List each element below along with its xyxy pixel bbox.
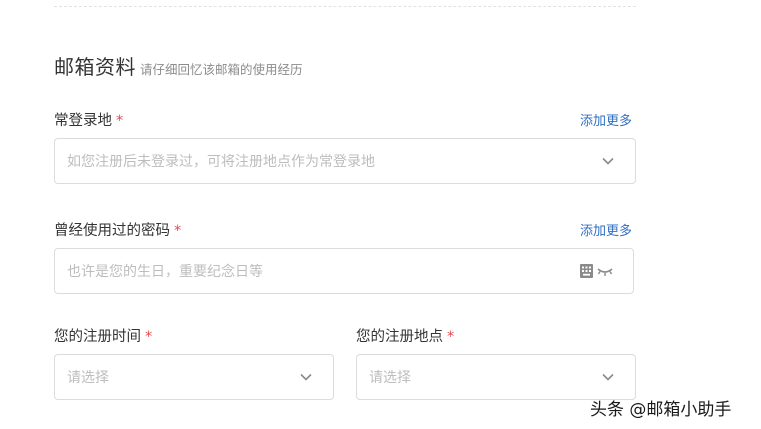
- register-time-label: 您的注册时间 *: [54, 325, 152, 346]
- login-place-add-more-link[interactable]: 添加更多: [580, 110, 632, 129]
- section-title: 邮箱资料: [54, 55, 136, 79]
- password-label-text: 曾经使用过的密码: [54, 223, 170, 239]
- password-placeholder: 也许是您的生日，重要纪念日等: [67, 264, 263, 280]
- login-place-select[interactable]: 如您注册后未登录过，可将注册地点作为常登录地: [54, 138, 636, 184]
- chevron-down-icon: [300, 373, 312, 381]
- required-mark: *: [447, 329, 455, 345]
- register-place-placeholder: 请选择: [369, 370, 411, 386]
- chevron-down-icon: [602, 373, 614, 381]
- login-place-label: 常登录地 *: [54, 109, 123, 130]
- register-place-label-text: 您的注册地点: [356, 329, 443, 345]
- required-mark: *: [116, 113, 124, 129]
- password-add-more-link[interactable]: 添加更多: [580, 220, 632, 239]
- login-place-placeholder: 如您注册后未登录过，可将注册地点作为常登录地: [67, 154, 375, 170]
- chevron-down-icon: [602, 157, 614, 165]
- register-place-label: 您的注册地点 *: [356, 325, 454, 346]
- section-subtitle: 请仔细回忆该邮箱的使用经历: [140, 62, 303, 77]
- password-input[interactable]: 也许是您的生日，重要纪念日等: [54, 248, 634, 294]
- required-mark: *: [145, 329, 153, 345]
- keyboard-icon[interactable]: [579, 263, 615, 279]
- login-place-label-text: 常登录地: [54, 113, 112, 129]
- register-time-placeholder: 请选择: [67, 370, 109, 386]
- register-place-select[interactable]: 请选择: [356, 354, 636, 400]
- password-label: 曾经使用过的密码 *: [54, 219, 181, 240]
- section-divider: [54, 6, 636, 7]
- watermark-text: 头条 @邮箱小助手: [590, 400, 732, 420]
- required-mark: *: [174, 223, 182, 239]
- register-time-label-text: 您的注册时间: [54, 329, 141, 345]
- eye-closed-icon: [597, 268, 613, 276]
- register-time-select[interactable]: 请选择: [54, 354, 334, 400]
